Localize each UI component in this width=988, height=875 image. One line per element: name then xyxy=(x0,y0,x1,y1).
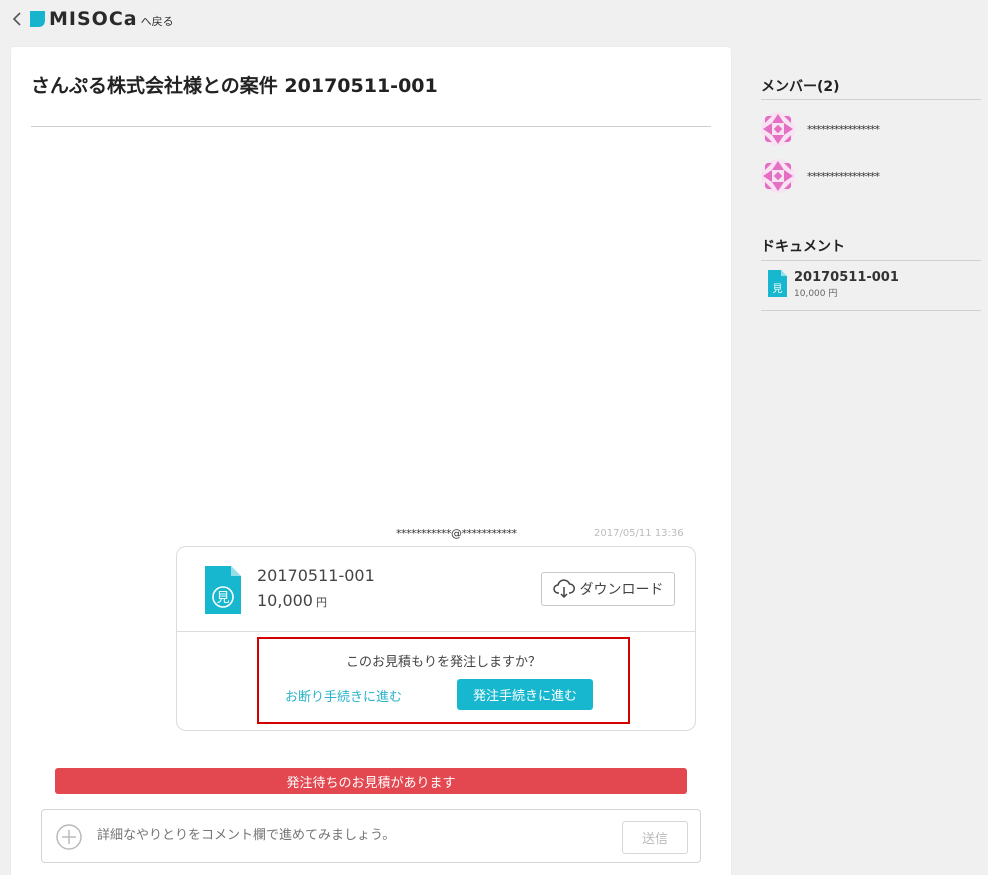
member-name: **************** xyxy=(807,169,880,183)
order-button[interactable]: 発注手続きに進む xyxy=(457,679,593,710)
documents-divider xyxy=(761,260,981,261)
sidebar-document-amount: 10,000 円 xyxy=(794,289,838,299)
member-item[interactable]: **************** xyxy=(761,158,880,194)
document-number: 20170511-001 xyxy=(257,566,375,585)
avatar xyxy=(761,159,795,193)
card-divider xyxy=(177,631,695,632)
message-sender: ***********@*********** xyxy=(396,527,517,540)
document-message-card: 見 20170511-001 10,000 円 ダウンロード このお見積もりを発注… xyxy=(176,546,696,731)
download-label: ダウンロード xyxy=(579,582,664,598)
sidebar-document-item[interactable]: 見 20170511-001 10,000 円 xyxy=(768,270,899,299)
svg-text:見: 見 xyxy=(216,591,229,606)
project-main-panel: さんぷる株式会社様との案件 20170511-001 ***********@*… xyxy=(11,47,731,875)
chevron-left-icon[interactable] xyxy=(10,10,24,28)
avatar xyxy=(761,112,795,146)
member-name: **************** xyxy=(807,122,880,136)
decline-link[interactable]: お断り手続きに進む xyxy=(285,686,402,705)
currency-label: 円 xyxy=(315,596,327,609)
documents-heading: ドキュメント xyxy=(761,239,845,255)
top-bar: MISOCa へ戻る xyxy=(0,0,988,40)
download-button[interactable]: ダウンロード xyxy=(541,572,675,606)
add-attachment-icon[interactable] xyxy=(56,824,82,850)
message-timestamp: 2017/05/11 13:36 xyxy=(594,528,684,539)
estimate-document-icon: 見 xyxy=(205,566,241,614)
order-confirm-box: このお見積もりを発注しますか？ お断り手続きに進む 発注手続きに進む xyxy=(257,637,630,724)
amount-value: 10,000 xyxy=(257,591,313,610)
member-item[interactable]: **************** xyxy=(761,111,880,147)
sidebar-document-number: 20170511-001 xyxy=(794,270,899,285)
pending-estimate-banner: 発注待ちのお見積があります xyxy=(55,768,687,794)
comment-input[interactable] xyxy=(97,828,567,843)
members-divider xyxy=(761,99,981,100)
logo-text: MISOCa xyxy=(49,8,138,30)
page-title: さんぷる株式会社様との案件 20170511-001 xyxy=(31,75,438,97)
comment-composer: 送信 xyxy=(41,809,701,863)
document-amount: 10,000 円 xyxy=(257,591,327,610)
back-to-home-link[interactable]: MISOCa へ戻る xyxy=(30,9,174,29)
estimate-document-icon: 見 xyxy=(768,270,787,297)
documents-bottom-divider xyxy=(761,310,981,311)
members-heading: メンバー(2) xyxy=(761,79,840,95)
sidebar-document-text: 20170511-001 10,000 円 xyxy=(794,270,899,299)
title-divider xyxy=(31,126,711,127)
svg-text:見: 見 xyxy=(773,283,783,295)
misoca-logo-icon xyxy=(30,11,45,27)
cloud-download-icon xyxy=(552,579,575,599)
order-question: このお見積もりを発注しますか？ xyxy=(345,655,541,670)
back-label: へ戻る xyxy=(140,15,174,28)
send-button[interactable]: 送信 xyxy=(622,821,688,854)
